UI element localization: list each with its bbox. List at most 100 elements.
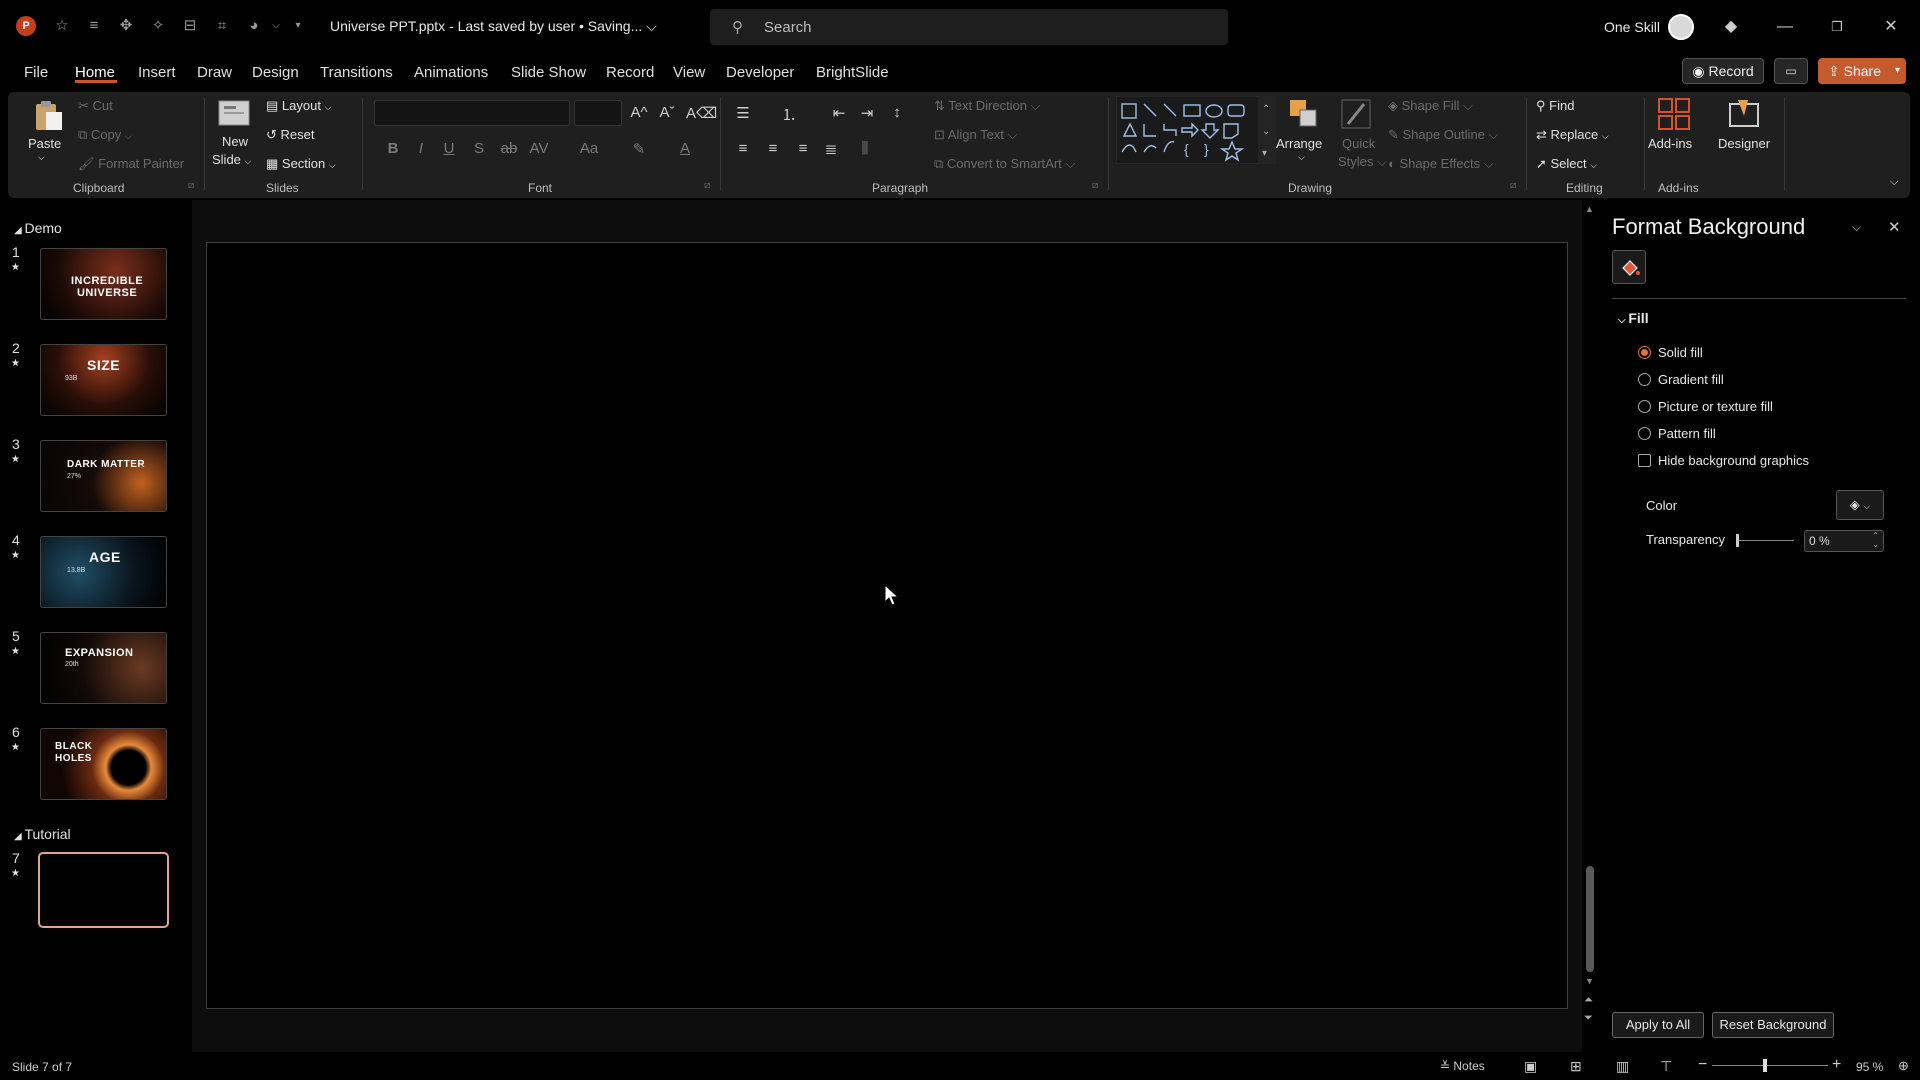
tab-draw[interactable]: Draw <box>197 64 232 81</box>
comments-button[interactable]: ▭ <box>1774 58 1808 84</box>
find-button[interactable]: ⚲ Find <box>1536 98 1574 114</box>
fit-to-window-icon[interactable]: ⊕ <box>1898 1058 1909 1074</box>
reset-background-button[interactable]: Reset Background <box>1712 1012 1834 1038</box>
gradient-fill-radio[interactable] <box>1638 373 1651 386</box>
transparency-input[interactable] <box>1809 533 1865 549</box>
slideshow-icon[interactable]: ⊤ <box>1660 1058 1672 1075</box>
magic-icon[interactable]: ✧ <box>148 16 168 36</box>
shapes-icon[interactable]: ◕ <box>244 16 264 36</box>
apply-to-all-button[interactable]: Apply to All <box>1612 1012 1704 1038</box>
designer-icon[interactable] <box>1726 96 1762 132</box>
scroll-up-icon[interactable]: ▲ <box>1585 204 1594 214</box>
layout-button[interactable]: ▤ Layout ⌵ <box>266 98 331 114</box>
bold-button[interactable]: B <box>382 140 404 157</box>
pattern-fill-label[interactable]: Pattern fill <box>1658 426 1716 441</box>
quick-styles-label[interactable]: Quick <box>1342 136 1375 151</box>
dialog-launcher-icon[interactable]: ⧄ <box>1510 180 1516 191</box>
zoom-in-icon[interactable]: + <box>1832 1056 1841 1074</box>
highlight-icon[interactable]: ✎ <box>628 140 650 158</box>
slide-thumbnail[interactable]: SIZE 93B <box>40 344 167 416</box>
zoom-slider-handle[interactable] <box>1763 1059 1767 1072</box>
shadow-button[interactable]: S <box>468 140 490 157</box>
text-direction-button[interactable]: ⇅ Text Direction ⌵ <box>934 98 1041 114</box>
hide-graphics-checkbox[interactable] <box>1638 454 1651 467</box>
avatar[interactable] <box>1668 14 1694 40</box>
add-ins-icon[interactable] <box>1656 96 1692 132</box>
tab-developer[interactable]: Developer <box>726 64 794 81</box>
chevron-down-icon[interactable]: ⌵ <box>1298 152 1305 163</box>
gradient-fill-label[interactable]: Gradient fill <box>1658 372 1724 387</box>
new-slide-label-2[interactable]: Slide ⌵ <box>212 152 251 167</box>
share-button[interactable]: ⇪ Share ▾ <box>1818 58 1906 84</box>
fill-tab[interactable] <box>1612 250 1646 284</box>
close-icon[interactable]: ✕ <box>1876 14 1906 40</box>
normal-view-icon[interactable]: ▣ <box>1524 1058 1537 1075</box>
fill-section-header[interactable]: ⌵ Fill <box>1618 310 1649 326</box>
slide-thumbnail[interactable]: BLACK HOLES <box>40 728 167 800</box>
record-button[interactable]: ◉ Record <box>1682 58 1764 84</box>
slide-thumbnail[interactable]: DARK MATTER 27% <box>40 440 167 512</box>
tab-record[interactable]: Record <box>606 64 654 81</box>
bullets-icon[interactable]: ☰ <box>732 104 754 122</box>
tab-home[interactable]: Home <box>75 64 115 81</box>
next-slide-icon[interactable]: ⏷ <box>1584 1012 1593 1025</box>
cut-button[interactable]: ✂ Cut <box>78 98 113 114</box>
character-spacing-button[interactable]: AV <box>528 140 550 157</box>
add-ins-label[interactable]: Add-ins <box>1648 136 1692 151</box>
line-spacing-icon[interactable]: ↕ <box>886 104 908 121</box>
shrink-font-icon[interactable]: Aˇ <box>656 104 678 121</box>
new-slide-label[interactable]: New <box>222 134 248 149</box>
columns-icon[interactable]: ⫼ <box>854 140 876 157</box>
numbering-icon[interactable]: ⒈ <box>778 104 800 125</box>
minimize-icon[interactable]: — <box>1770 14 1800 40</box>
zoom-level[interactable]: 95 % <box>1856 1060 1883 1074</box>
scroll-down-icon[interactable]: ▼ <box>1585 976 1594 986</box>
align-center-icon[interactable]: ≡ <box>762 140 784 157</box>
align-left-icon[interactable]: ≡ <box>732 140 754 157</box>
decrease-indent-icon[interactable]: ⇤ <box>828 104 850 122</box>
paste-icon[interactable] <box>30 98 66 134</box>
spin-up-icon[interactable]: ⌃ <box>1872 531 1879 540</box>
pane-options-chevron-icon[interactable]: ⌵ <box>1852 220 1861 235</box>
shapes-gallery[interactable]: {} ⌃ ⌄ ▾ <box>1116 96 1276 164</box>
shape-fill-button[interactable]: ◈ Shape Fill ⌵ <box>1388 98 1473 114</box>
color-picker-button[interactable]: ◈ ⌵ <box>1836 490 1884 520</box>
crop-icon[interactable]: ⌗ <box>212 16 232 36</box>
section-button[interactable]: ▦ Section ⌵ <box>266 156 336 172</box>
slide-sorter-icon[interactable]: ⊞ <box>1570 1058 1582 1075</box>
slide-thumbnail[interactable]: AGE 13.8B <box>40 536 167 608</box>
list-icon[interactable]: ≡ <box>84 16 104 36</box>
arrange-label[interactable]: Arrange <box>1276 136 1322 151</box>
tab-view[interactable]: View <box>673 64 705 81</box>
select-button[interactable]: ➚ Select ⌵ <box>1536 156 1597 172</box>
picture-fill-radio[interactable] <box>1638 400 1651 413</box>
italic-button[interactable]: I <box>410 140 432 157</box>
pattern-fill-radio[interactable] <box>1638 427 1651 440</box>
grow-font-icon[interactable]: A^ <box>628 104 650 121</box>
quick-styles-label-2[interactable]: Styles ⌵ <box>1338 154 1387 170</box>
replace-button[interactable]: ⇄ Replace ⌵ <box>1536 127 1609 143</box>
tab-brightslide[interactable]: BrightSlide <box>816 64 889 81</box>
shape-outline-button[interactable]: ✎ Shape Outline ⌵ <box>1388 127 1498 143</box>
slide-canvas[interactable] <box>206 242 1568 1009</box>
document-title[interactable]: Universe PPT.pptx - Last saved by user •… <box>330 18 657 35</box>
zoom-out-icon[interactable]: − <box>1698 1056 1707 1074</box>
section-header-tutorial[interactable]: ◢ Tutorial <box>14 826 71 842</box>
collapse-ribbon-icon[interactable]: ⌵ <box>1890 176 1898 189</box>
transparency-spinner[interactable]: ⌃ ⌄ <box>1804 530 1884 552</box>
align-right-icon[interactable]: ≡ <box>792 140 814 157</box>
font-color-icon[interactable]: A <box>674 140 696 157</box>
vertical-scrollbar[interactable] <box>1586 866 1594 972</box>
dialog-launcher-icon[interactable]: ⧄ <box>1092 180 1098 191</box>
close-icon[interactable]: ✕ <box>1888 218 1901 236</box>
change-case-button[interactable]: Aa <box>578 140 600 157</box>
slide-thumbnail[interactable]: INCREDIBLE UNIVERSE <box>40 248 167 320</box>
font-size-box[interactable] <box>574 100 622 126</box>
customize-toolbar-icon[interactable]: ▾ <box>288 16 308 36</box>
restore-icon[interactable]: ❐ <box>1822 14 1852 40</box>
transparency-slider-track[interactable] <box>1736 540 1794 541</box>
tab-animations[interactable]: Animations <box>414 64 488 81</box>
dialog-launcher-icon[interactable]: ⧄ <box>188 180 194 191</box>
font-name-box[interactable] <box>374 100 570 126</box>
transparency-slider-handle[interactable] <box>1736 534 1739 547</box>
